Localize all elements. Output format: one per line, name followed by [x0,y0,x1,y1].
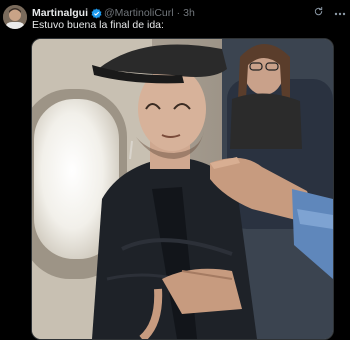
more-icon[interactable] [334,7,346,19]
tweet-photo[interactable] [31,38,334,340]
refresh-icon[interactable] [313,6,324,20]
avatar-image [3,5,27,29]
separator: · [176,7,181,19]
photo-illustration [32,39,333,339]
avatar[interactable] [3,5,27,29]
verified-badge-icon [91,8,102,19]
timestamp[interactable]: 3h [183,7,195,19]
tweet-text: Estuvo buena la final de ida: [32,19,164,31]
display-name[interactable]: Martinalgui [32,7,88,19]
handle[interactable]: @MartinoliCurl [104,7,174,19]
